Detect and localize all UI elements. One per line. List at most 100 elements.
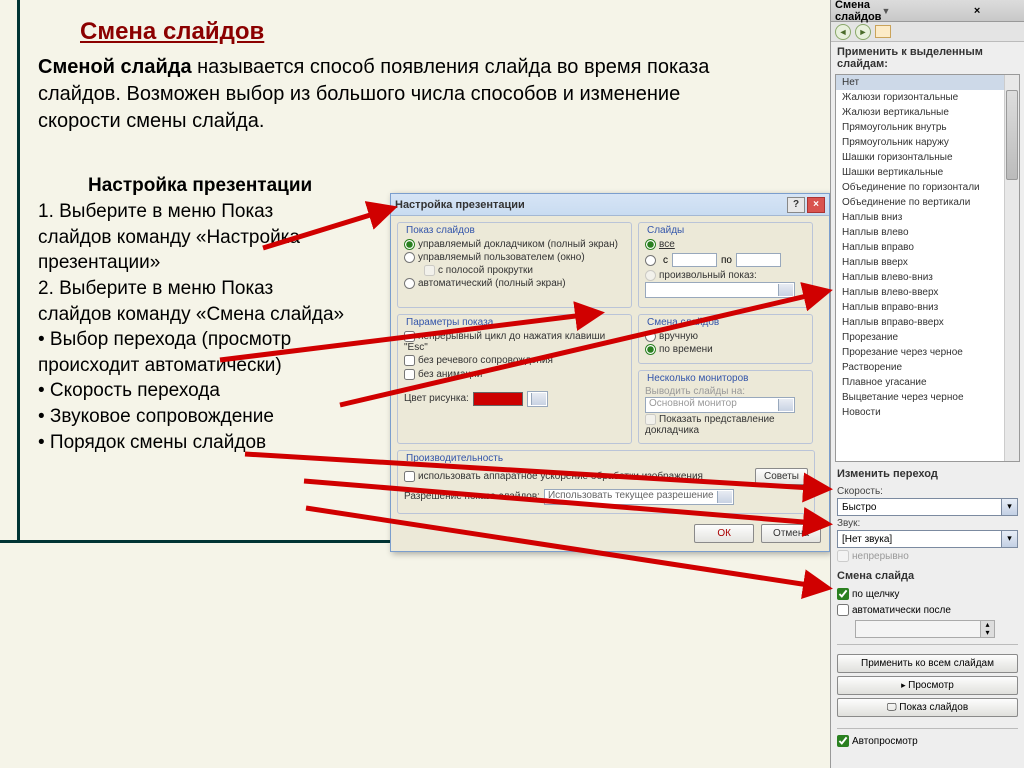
- apply-label: Применить к выделенным слайдам:: [831, 42, 1024, 72]
- transition-item[interactable]: Новости: [836, 405, 1019, 420]
- subtitle: Настройка презентации: [0, 135, 830, 197]
- help-button[interactable]: ?: [787, 197, 805, 213]
- check-loop[interactable]: непрерывный цикл до нажатия клавиши "Esc…: [404, 330, 625, 354]
- auto-after-label: автоматически после: [852, 605, 951, 616]
- radio-browsed[interactable]: управляемый пользователем (окно): [404, 251, 625, 264]
- transition-item[interactable]: Прямоугольник внутрь: [836, 120, 1019, 135]
- pane-nav: ◄ ►: [831, 22, 1024, 42]
- description: Сменой слайда называется способ появлени…: [0, 46, 760, 135]
- check-hw-accel[interactable]: использовать аппаратное ускорение обрабо…: [404, 470, 751, 483]
- transition-item[interactable]: Жалюзи вертикальные: [836, 105, 1019, 120]
- radio-timings[interactable]: по времени: [645, 343, 806, 356]
- slideshow-button[interactable]: 🖵 Показ слайдов: [837, 698, 1018, 717]
- ok-button[interactable]: ОК: [694, 524, 754, 543]
- nav-forward-icon[interactable]: ►: [855, 24, 871, 40]
- speed-label: Скорость:: [837, 484, 1018, 498]
- radio-presenter[interactable]: управляемый докладчиком (полный экран): [404, 238, 625, 251]
- transition-item[interactable]: Объединение по горизонтали: [836, 180, 1019, 195]
- show-options-group: Параметры показа непрерывный цикл до наж…: [397, 314, 632, 443]
- transition-item[interactable]: Прорезание через черное: [836, 345, 1019, 360]
- performance-group: Производительность использовать аппаратн…: [397, 450, 815, 514]
- radio-range[interactable]: с по: [645, 251, 806, 269]
- preview-button[interactable]: Просмотр: [837, 676, 1018, 695]
- cancel-button[interactable]: Отмена: [761, 524, 821, 543]
- radio-kiosk[interactable]: автоматический (полный экран): [404, 277, 625, 290]
- sound-label: Звук:: [837, 516, 1018, 530]
- chevron-down-icon[interactable]: ▾: [1001, 531, 1017, 547]
- close-button[interactable]: ×: [807, 197, 825, 213]
- transition-item[interactable]: Наплыв вправо-вверх: [836, 315, 1019, 330]
- bullet-transition: • Выбор перехода (просмотр происходит ав…: [38, 327, 350, 378]
- group-label: Параметры показа: [404, 317, 625, 328]
- transition-item[interactable]: Шашки вертикальные: [836, 165, 1019, 180]
- check-no-animation[interactable]: без анимации: [404, 368, 625, 381]
- dropdown-icon[interactable]: ▼: [881, 6, 927, 16]
- autopreview-checkbox[interactable]: [837, 735, 849, 747]
- group-label: Производительность: [404, 453, 808, 464]
- transition-item[interactable]: Наплыв влево-вверх: [836, 285, 1019, 300]
- auto-after-checkbox[interactable]: [837, 604, 849, 616]
- resolution-label: Разрешение показа слайдов:: [404, 491, 540, 502]
- loop-sound-checkbox: [837, 550, 849, 562]
- sound-combo[interactable]: [Нет звука]▾: [837, 530, 1018, 548]
- auto-after-spinner[interactable]: ▴▾: [855, 620, 995, 638]
- transition-item[interactable]: Наплыв вправо-вниз: [836, 300, 1019, 315]
- group-label: Показ слайдов: [404, 225, 625, 236]
- transition-item[interactable]: Наплыв влево: [836, 225, 1019, 240]
- dialog-titlebar[interactable]: Настройка презентации ? ×: [391, 194, 829, 216]
- nav-home-icon[interactable]: [875, 25, 891, 38]
- transition-item[interactable]: Растворение: [836, 360, 1019, 375]
- slides-range-group: Слайды все с по произвольный показ:: [638, 222, 813, 308]
- transition-item[interactable]: Шашки горизонтальные: [836, 150, 1019, 165]
- radio-manual[interactable]: вручную: [645, 330, 806, 343]
- bullet-sound: • Звуковое сопровождение: [38, 404, 350, 430]
- loop-sound-label: непрерывно: [852, 551, 909, 562]
- advance-slide-label: Смена слайда: [831, 566, 1024, 584]
- resolution-combo[interactable]: Использовать текущее разрешение: [544, 489, 734, 505]
- transition-list[interactable]: НетЖалюзи горизонтальныеЖалюзи вертикаль…: [835, 74, 1020, 462]
- from-spinner[interactable]: [672, 253, 717, 267]
- nav-back-icon[interactable]: ◄: [835, 24, 851, 40]
- pen-color-swatch[interactable]: [473, 392, 523, 406]
- radio-all-slides[interactable]: все: [645, 238, 806, 251]
- transition-item[interactable]: Плавное угасание: [836, 375, 1019, 390]
- check-no-narration[interactable]: без речевого сопровождения: [404, 354, 625, 367]
- check-scrollbar: с полосой прокрутки: [404, 264, 625, 277]
- transition-item[interactable]: Выцветание через черное: [836, 390, 1019, 405]
- scrollbar[interactable]: [1004, 75, 1019, 461]
- transition-item[interactable]: Нет: [836, 75, 1019, 90]
- group-label: Несколько мониторов: [645, 373, 806, 384]
- bullet-speed: • Скорость перехода: [38, 378, 350, 404]
- pen-color-dropdown[interactable]: [527, 391, 548, 407]
- transition-item[interactable]: Наплыв вниз: [836, 210, 1019, 225]
- transition-item[interactable]: Наплыв вверх: [836, 255, 1019, 270]
- pen-color-label: Цвет рисунка:: [404, 393, 469, 404]
- show-type-group: Показ слайдов управляемый докладчиком (п…: [397, 222, 632, 308]
- custom-show-combo: [645, 282, 795, 298]
- bullet-order: • Порядок смены слайдов: [38, 430, 350, 456]
- slide-transition-pane: Смена слайдов ▼ × ◄ ► Применить к выделе…: [830, 0, 1024, 768]
- transition-item[interactable]: Наплыв вправо: [836, 240, 1019, 255]
- group-label: Смена слайдов: [645, 317, 806, 328]
- transition-item[interactable]: Объединение по вертикали: [836, 195, 1019, 210]
- presentation-settings-dialog: Настройка презентации ? × Показ слайдов …: [390, 193, 830, 552]
- scrollbar-thumb[interactable]: [1006, 90, 1018, 180]
- speed-combo[interactable]: Быстро▾: [837, 498, 1018, 516]
- transition-item[interactable]: Прямоугольник наружу: [836, 135, 1019, 150]
- to-spinner[interactable]: [736, 253, 781, 267]
- transition-item[interactable]: Прорезание: [836, 330, 1019, 345]
- radio-custom-show: произвольный показ:: [645, 269, 806, 282]
- step-1: 1. Выберите в меню Показ слайдов команду…: [38, 199, 350, 276]
- step-2: 2. Выберите в меню Показ слайдов команду…: [38, 276, 350, 327]
- modify-transition-label: Изменить переход: [831, 464, 1024, 482]
- close-pane-icon[interactable]: ×: [974, 5, 1020, 17]
- on-click-checkbox[interactable]: [837, 588, 849, 600]
- tips-button[interactable]: Советы: [755, 468, 808, 485]
- monitor-label: Выводить слайды на:: [645, 386, 806, 397]
- transition-item[interactable]: Жалюзи горизонтальные: [836, 90, 1019, 105]
- desc-bold: Сменой слайда: [38, 56, 192, 78]
- transition-item[interactable]: Наплыв влево-вниз: [836, 270, 1019, 285]
- chevron-down-icon[interactable]: ▾: [1001, 499, 1017, 515]
- apply-all-button[interactable]: Применить ко всем слайдам: [837, 654, 1018, 673]
- pane-title[interactable]: Смена слайдов ▼ ×: [831, 0, 1024, 22]
